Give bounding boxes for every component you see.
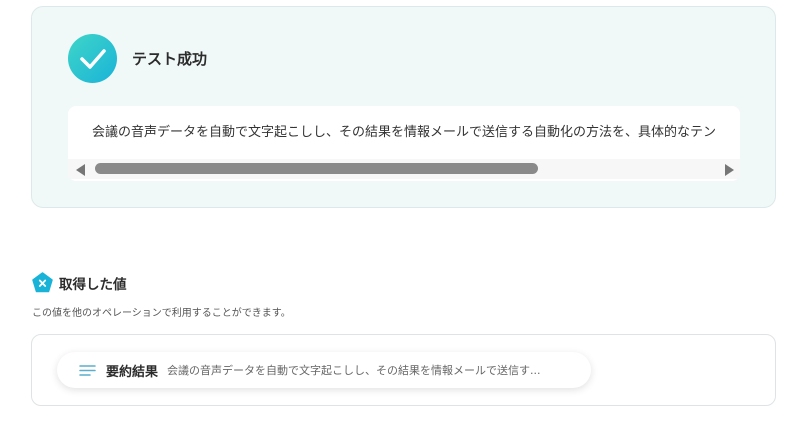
- result-text: 会議の音声データを自動で文字起こしし、その結果を情報メールで送信する自動化の方法…: [92, 125, 717, 140]
- value-chip-value: 会議の音声データを自動で文字起こしし、その結果を情報メールで送信す...: [167, 364, 541, 377]
- obtained-values-card: 要約結果 会議の音声データを自動で文字起こしし、その結果を情報メールで送信す..…: [31, 334, 776, 406]
- success-title: テスト成功: [132, 50, 208, 68]
- obtained-values-description: この値を他のオペレーションで利用することができます。: [32, 308, 291, 319]
- scroll-right-arrow-icon[interactable]: [725, 164, 734, 176]
- pentagon-x-icon: [32, 272, 53, 293]
- value-chip-label: 要約結果: [106, 364, 159, 380]
- obtained-values-title: 取得した値: [59, 276, 127, 293]
- horizontal-scrollbar[interactable]: [68, 159, 740, 179]
- test-success-card: テスト成功 会議の音声データを自動で文字起こしし、その結果を情報メールで送信する…: [31, 6, 776, 208]
- obtained-values-header: 取得した値: [32, 272, 127, 293]
- value-chip-summary[interactable]: 要約結果 会議の音声データを自動で文字起こしし、その結果を情報メールで送信す..…: [57, 352, 591, 388]
- scroll-left-arrow-icon[interactable]: [76, 164, 85, 176]
- check-circle-icon: [68, 34, 117, 83]
- scrollbar-thumb[interactable]: [95, 163, 538, 174]
- text-lines-icon: [79, 364, 96, 376]
- result-output-box: 会議の音声データを自動で文字起こしし、その結果を情報メールで送信する自動化の方法…: [68, 106, 740, 181]
